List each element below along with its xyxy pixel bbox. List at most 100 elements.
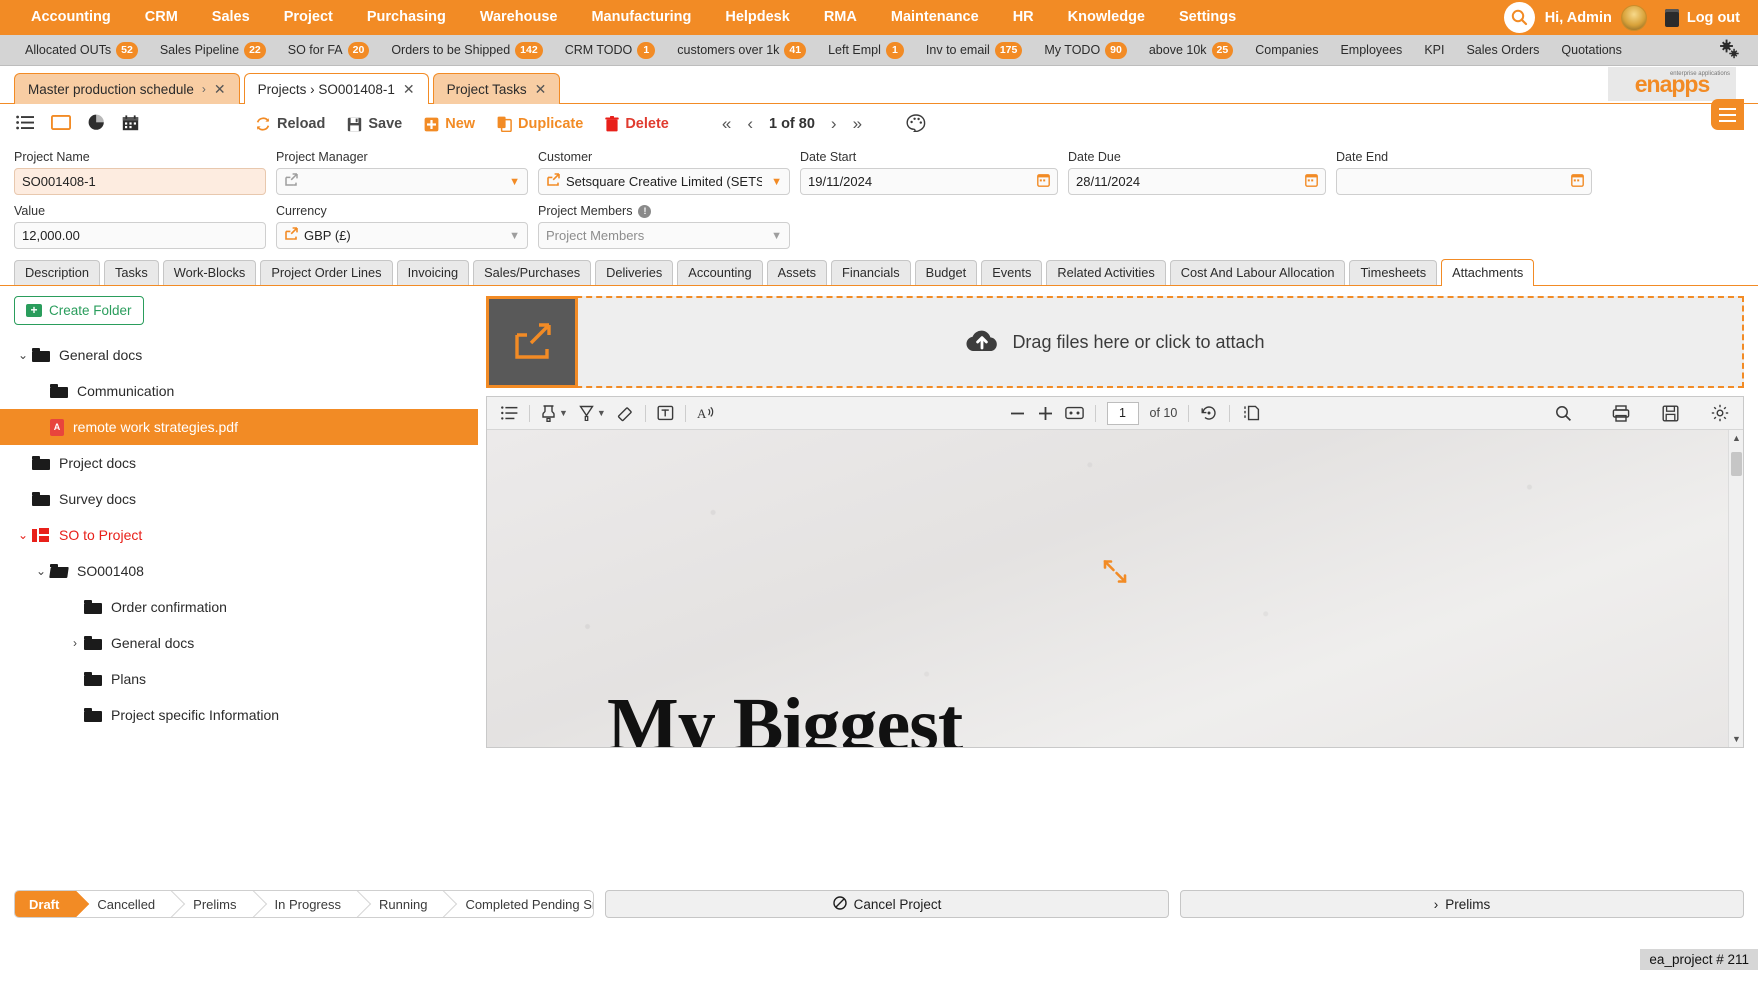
- menu-item-hr[interactable]: HR: [996, 0, 1051, 35]
- first-record-button[interactable]: «: [722, 114, 731, 134]
- tab-cost-and-labour-allocation[interactable]: Cost And Labour Allocation: [1169, 260, 1346, 285]
- shortcut-customers-over-1k[interactable]: customers over 1k 41: [666, 41, 817, 59]
- text-box-icon[interactable]: [657, 405, 674, 421]
- chevron-right-icon[interactable]: ›: [66, 636, 84, 650]
- save-button[interactable]: Save: [336, 116, 413, 132]
- tree-item-project-specific-information[interactable]: Project specific Information: [14, 697, 484, 733]
- calendar-view-icon[interactable]: [122, 114, 139, 134]
- fit-page-icon[interactable]: [1064, 406, 1084, 420]
- calendar-icon[interactable]: [1037, 173, 1050, 190]
- menu-item-accounting[interactable]: Accounting: [14, 0, 128, 35]
- attachment-thumbnail[interactable]: [486, 296, 578, 388]
- duplicate-button[interactable]: Duplicate: [486, 116, 594, 132]
- pen-icon[interactable]: ▼: [579, 405, 606, 421]
- logout-button[interactable]: Log out: [1687, 10, 1758, 26]
- pdf-page-canvas[interactable]: My Biggest ▲ ▼: [487, 430, 1743, 747]
- last-record-button[interactable]: »: [853, 114, 862, 134]
- tree-item-communication[interactable]: Communication: [14, 373, 484, 409]
- settings-gear-icon[interactable]: [1718, 39, 1758, 62]
- tab-timesheets[interactable]: Timesheets: [1349, 260, 1438, 285]
- shortcut-sales-pipeline[interactable]: Sales Pipeline 22: [149, 41, 277, 59]
- print-icon[interactable]: [1612, 404, 1630, 422]
- palette-icon[interactable]: [906, 113, 926, 135]
- workflow-stage-draft[interactable]: Draft: [15, 891, 76, 917]
- chevron-down-icon[interactable]: ▼: [771, 176, 782, 188]
- tab-deliveries[interactable]: Deliveries: [595, 260, 674, 285]
- chevron-down-icon[interactable]: ⌄: [32, 564, 50, 578]
- menu-item-sales[interactable]: Sales: [195, 0, 267, 35]
- reload-button[interactable]: Reload: [244, 116, 336, 132]
- workflow-stage-cancelled[interactable]: Cancelled: [75, 891, 171, 917]
- close-icon[interactable]: ✕: [403, 81, 415, 98]
- menu-item-maintenance[interactable]: Maintenance: [874, 0, 996, 35]
- form-view-icon[interactable]: [50, 114, 72, 133]
- file-dropzone[interactable]: Drag files here or click to attach: [486, 296, 1744, 388]
- external-link-icon[interactable]: [284, 173, 298, 190]
- shortcut-sales-orders[interactable]: Sales Orders: [1455, 43, 1550, 57]
- drag-handle-icon[interactable]: [1102, 558, 1128, 587]
- settings-icon[interactable]: [1711, 404, 1729, 422]
- menu-item-manufacturing[interactable]: Manufacturing: [574, 0, 708, 35]
- menu-item-rma[interactable]: RMA: [807, 0, 874, 35]
- tab-tasks[interactable]: Tasks: [104, 260, 159, 285]
- menu-item-knowledge[interactable]: Knowledge: [1051, 0, 1162, 35]
- project-name-input[interactable]: SO001408-1: [14, 168, 266, 195]
- cancel-project-button[interactable]: Cancel Project: [605, 890, 1169, 918]
- shortcut-my-todo[interactable]: My TODO 90: [1033, 41, 1137, 59]
- tab-events[interactable]: Events: [981, 260, 1043, 285]
- read-aloud-icon[interactable]: A: [697, 405, 714, 421]
- tab-budget[interactable]: Budget: [914, 260, 978, 285]
- zoom-in-icon[interactable]: [1037, 405, 1054, 422]
- pie-chart-icon[interactable]: [88, 114, 105, 134]
- user-greeting[interactable]: Hi, Admin: [1545, 10, 1612, 26]
- page-view-icon[interactable]: [1241, 405, 1260, 421]
- tree-item-so001408[interactable]: ⌄ SO001408: [14, 553, 484, 589]
- scroll-up-icon[interactable]: ▲: [1729, 430, 1743, 446]
- tab-assets[interactable]: Assets: [766, 260, 828, 285]
- shortcut-kpi[interactable]: KPI: [1413, 43, 1455, 57]
- highlighter-icon[interactable]: ▼: [541, 404, 568, 422]
- tab-work-blocks[interactable]: Work-Blocks: [162, 260, 257, 285]
- menu-item-purchasing[interactable]: Purchasing: [350, 0, 463, 35]
- eraser-icon[interactable]: [617, 405, 634, 422]
- shortcut-orders-to-be-shipped[interactable]: Orders to be Shipped 142: [380, 41, 553, 59]
- calendar-icon[interactable]: [1305, 173, 1318, 190]
- tree-item-general-docs[interactable]: ⌄ General docs: [14, 337, 484, 373]
- scroll-down-icon[interactable]: ▼: [1729, 731, 1743, 747]
- pdf-scrollbar[interactable]: ▲ ▼: [1728, 430, 1743, 747]
- external-link-icon[interactable]: [546, 173, 560, 190]
- tab-project-order-lines[interactable]: Project Order Lines: [260, 260, 393, 285]
- chevron-down-icon[interactable]: ▼: [509, 230, 520, 242]
- shortcut-employees[interactable]: Employees: [1329, 43, 1413, 57]
- toc-icon[interactable]: [501, 406, 518, 420]
- menu-item-crm[interactable]: CRM: [128, 0, 195, 35]
- chevron-down-icon[interactable]: ▼: [509, 176, 520, 188]
- chevron-down-icon[interactable]: ⌄: [14, 348, 32, 362]
- menu-item-warehouse[interactable]: Warehouse: [463, 0, 575, 35]
- customer-select[interactable]: Setsquare Creative Limited (SETS198 ▼: [538, 168, 790, 195]
- tab-attachments[interactable]: Attachments: [1441, 259, 1535, 286]
- next-stage-button[interactable]: › Prelims: [1180, 890, 1744, 918]
- shortcut-left-empl[interactable]: Left Empl 1: [817, 41, 915, 59]
- tree-item-remote-work-strategies-pdf[interactable]: remote work strategies.pdf: [0, 409, 478, 445]
- external-link-icon[interactable]: [284, 227, 298, 244]
- shortcut-so-for-fa[interactable]: SO for FA 20: [277, 41, 381, 59]
- tree-item-so-to-project[interactable]: ⌄ SO to Project: [14, 517, 484, 553]
- workflow-stage-in-progress[interactable]: In Progress: [253, 891, 357, 917]
- tab-invoicing[interactable]: Invoicing: [396, 260, 470, 285]
- logout-icon[interactable]: [1664, 8, 1679, 27]
- window-tab-projects-so001408-1[interactable]: Projects › SO001408-1 ✕: [243, 73, 429, 104]
- tab-accounting[interactable]: Accounting: [677, 260, 763, 285]
- search-icon[interactable]: [1503, 2, 1535, 33]
- search-icon[interactable]: [1555, 405, 1572, 422]
- project-manager-select[interactable]: ▼: [276, 168, 528, 195]
- currency-select[interactable]: GBP (£) ▼: [276, 222, 528, 249]
- delete-button[interactable]: Delete: [594, 116, 680, 132]
- window-tab-master-production-schedule[interactable]: Master production schedule › ✕: [14, 73, 240, 104]
- tree-item-plans[interactable]: Plans: [14, 661, 484, 697]
- shortcut-crm-todo[interactable]: CRM TODO 1: [554, 41, 667, 59]
- window-tab-project-tasks[interactable]: Project Tasks ✕: [432, 73, 561, 104]
- pdf-page-input[interactable]: 1: [1106, 401, 1139, 425]
- tab-related-activities[interactable]: Related Activities: [1046, 260, 1166, 285]
- shortcut-allocated-outs[interactable]: Allocated OUTs 52: [14, 41, 149, 59]
